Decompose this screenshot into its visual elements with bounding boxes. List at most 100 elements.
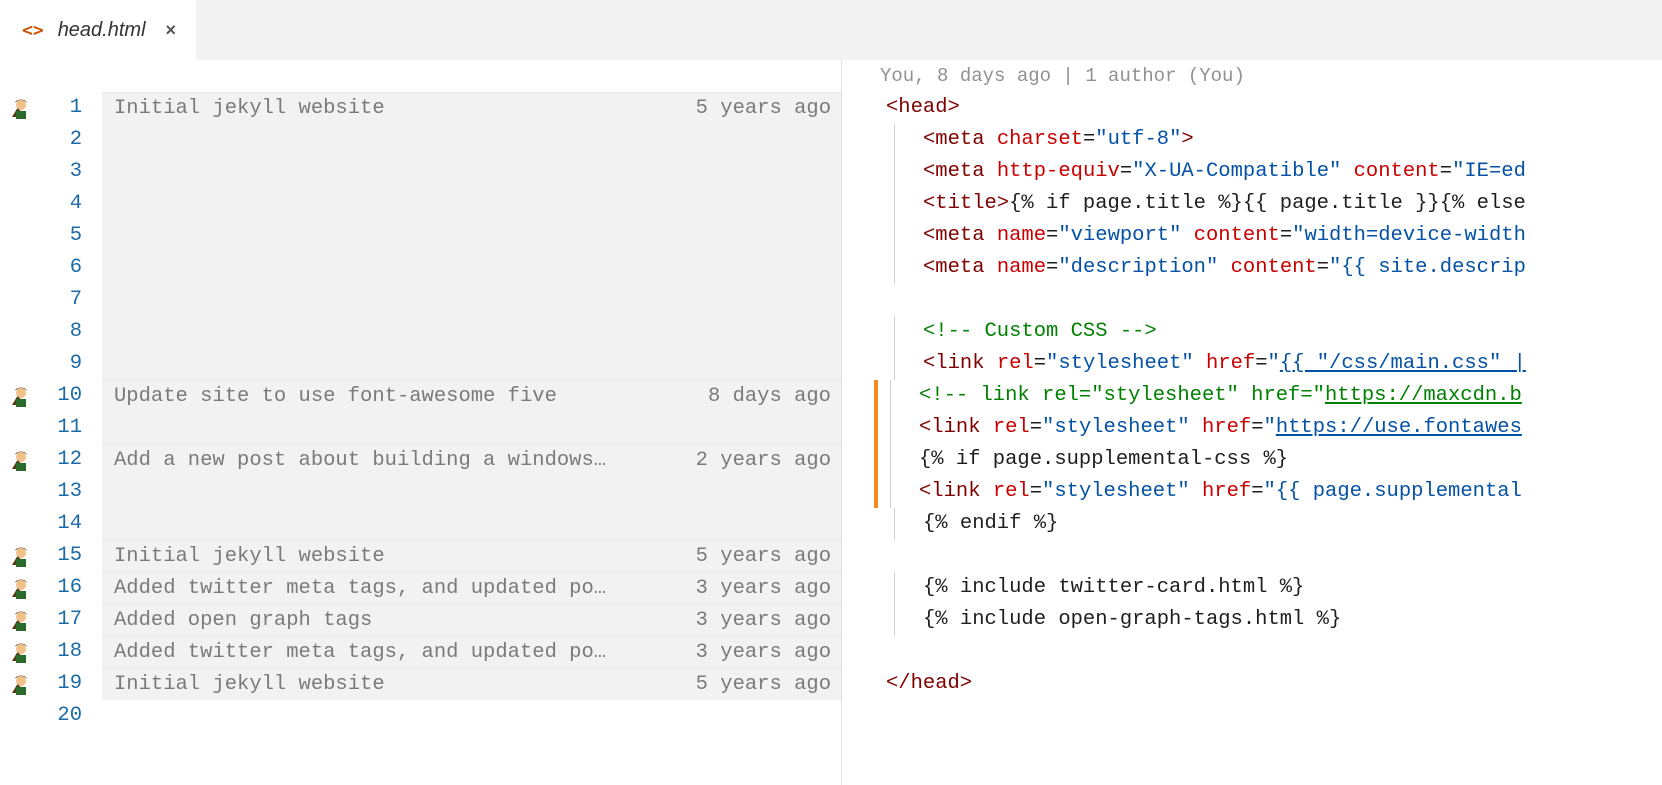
commit-avatar-icon <box>8 383 34 409</box>
blame-row[interactable]: Initial jekyll website5 years ago <box>102 540 841 572</box>
blame-row[interactable] <box>102 476 841 508</box>
blame-row[interactable] <box>102 316 841 348</box>
blame-row[interactable] <box>102 252 841 284</box>
line-number[interactable]: 16 <box>42 572 82 604</box>
line-number[interactable]: 17 <box>42 604 82 636</box>
avatar-cell <box>0 348 42 380</box>
code-line[interactable] <box>880 636 1662 668</box>
avatar-cell <box>0 412 42 444</box>
line-number[interactable]: 14 <box>42 508 82 540</box>
line-number[interactable]: 12 <box>42 444 82 476</box>
blame-row[interactable]: Initial jekyll website5 years ago <box>102 92 841 124</box>
avatar-cell <box>0 700 42 732</box>
code-line[interactable]: <meta name="viewport" content="width=dev… <box>880 220 1662 252</box>
blame-commit-message: Added open graph tags <box>114 605 688 637</box>
code-line[interactable]: {% include twitter-card.html %} <box>880 572 1662 604</box>
commit-avatar-icon <box>8 95 34 121</box>
code-line[interactable]: <!-- Custom CSS --> <box>880 316 1662 348</box>
blame-row[interactable] <box>102 412 841 444</box>
avatar-cell <box>0 572 42 604</box>
line-number[interactable]: 7 <box>42 284 82 316</box>
code-line[interactable]: <meta charset="utf-8"> <box>880 124 1662 156</box>
blame-row[interactable]: Added open graph tags3 years ago <box>102 604 841 636</box>
avatar-cell <box>0 636 42 668</box>
code-line[interactable]: </head> <box>880 668 1662 700</box>
blame-commit-age: 8 days ago <box>700 381 831 413</box>
commit-avatar-icon <box>8 639 34 665</box>
blame-commit-age: 5 years ago <box>688 669 831 701</box>
line-number[interactable]: 8 <box>42 316 82 348</box>
code-column[interactable]: You, 8 days ago | 1 author (You) <head><… <box>842 60 1662 785</box>
avatar-cell <box>0 540 42 572</box>
line-number[interactable]: 6 <box>42 252 82 284</box>
avatar-cell <box>0 252 42 284</box>
line-number[interactable]: 10 <box>42 380 82 412</box>
blame-row[interactable] <box>102 188 841 220</box>
line-number[interactable]: 2 <box>42 124 82 156</box>
blame-row[interactable] <box>102 700 841 732</box>
codelens-authors[interactable]: You, 8 days ago | 1 author (You) <box>880 60 1662 92</box>
code-line[interactable]: <link rel="stylesheet" href="{{ "/css/ma… <box>880 348 1662 380</box>
blame-row[interactable]: Added twitter meta tags, and updated po…… <box>102 636 841 668</box>
avatar-cell <box>0 220 42 252</box>
blame-commit-message: Initial jekyll website <box>114 669 688 701</box>
code-line[interactable]: <meta http-equiv="X-UA-Compatible" conte… <box>880 156 1662 188</box>
blame-row[interactable]: Update site to use font-awesome five8 da… <box>102 380 841 412</box>
line-number[interactable]: 5 <box>42 220 82 252</box>
code-line[interactable]: <link rel="stylesheet" href="{{ page.sup… <box>874 476 1662 508</box>
blame-row[interactable]: Add a new post about building a windows…… <box>102 444 841 476</box>
line-number[interactable]: 18 <box>42 636 82 668</box>
blame-row[interactable]: Initial jekyll website5 years ago <box>102 668 841 700</box>
code-line[interactable]: {% if page.supplemental-css %} <box>874 444 1662 476</box>
commit-avatar-icon <box>8 671 34 697</box>
line-number[interactable]: 9 <box>42 348 82 380</box>
git-blame-column: Initial jekyll website5 years agoUpdate … <box>102 60 842 785</box>
line-number[interactable]: 4 <box>42 188 82 220</box>
tab-head-html[interactable]: <> head.html × <box>0 0 196 60</box>
line-number[interactable]: 1 <box>42 92 82 124</box>
close-icon[interactable]: × <box>160 20 183 41</box>
code-line[interactable]: <meta name="description" content="{{ sit… <box>880 252 1662 284</box>
line-number[interactable]: 20 <box>42 700 82 732</box>
html-file-icon: <> <box>22 20 44 41</box>
avatar-cell <box>0 92 42 124</box>
avatar-cell <box>0 668 42 700</box>
blame-row[interactable] <box>102 284 841 316</box>
blame-commit-message: Added twitter meta tags, and updated po… <box>114 637 688 669</box>
blame-commit-message: Add a new post about building a windows… <box>114 445 688 477</box>
tab-title: head.html <box>58 19 146 42</box>
code-line[interactable]: <title>{% if page.title %}{{ page.title … <box>880 188 1662 220</box>
code-line[interactable]: <!-- link rel="stylesheet" href="https:/… <box>874 380 1662 412</box>
code-line[interactable]: {% endif %} <box>880 508 1662 540</box>
avatar-cell <box>0 508 42 540</box>
commit-avatar-icon <box>8 447 34 473</box>
code-line[interactable] <box>880 284 1662 316</box>
line-number-gutter: 1234567891011121314151617181920 <box>42 60 102 785</box>
blame-row[interactable]: Added twitter meta tags, and updated po…… <box>102 572 841 604</box>
code-line[interactable] <box>880 540 1662 572</box>
line-number[interactable]: 13 <box>42 476 82 508</box>
avatar-cell <box>0 316 42 348</box>
code-line[interactable] <box>880 700 1662 732</box>
blame-row[interactable] <box>102 220 841 252</box>
blame-row[interactable] <box>102 156 841 188</box>
commit-avatar-icon <box>8 543 34 569</box>
avatar-cell <box>0 444 42 476</box>
line-number[interactable]: 15 <box>42 540 82 572</box>
line-number[interactable]: 19 <box>42 668 82 700</box>
code-line[interactable]: <head> <box>880 92 1662 124</box>
blame-row[interactable] <box>102 508 841 540</box>
blame-commit-age: 2 years ago <box>688 445 831 477</box>
blame-row[interactable] <box>102 124 841 156</box>
blame-commit-age: 5 years ago <box>688 541 831 573</box>
code-line[interactable]: <link rel="stylesheet" href="https://use… <box>874 412 1662 444</box>
blame-commit-message: Initial jekyll website <box>114 541 688 573</box>
avatar-cell <box>0 156 42 188</box>
blame-commit-age: 3 years ago <box>688 573 831 605</box>
line-number[interactable]: 11 <box>42 412 82 444</box>
code-line[interactable]: {% include open-graph-tags.html %} <box>880 604 1662 636</box>
blame-row[interactable] <box>102 348 841 380</box>
avatar-cell <box>0 124 42 156</box>
line-number[interactable]: 3 <box>42 156 82 188</box>
avatar-gutter <box>0 60 42 785</box>
